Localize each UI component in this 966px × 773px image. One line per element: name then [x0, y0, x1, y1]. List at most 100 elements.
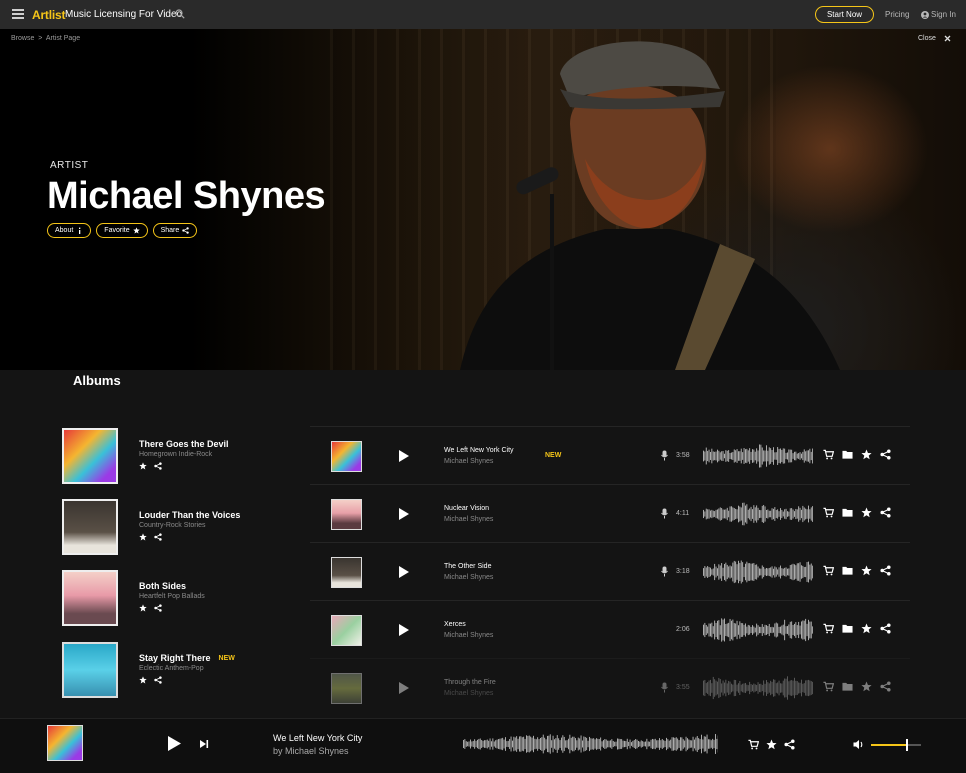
folder-icon[interactable] [842, 681, 853, 692]
pricing-link[interactable]: Pricing [885, 10, 909, 19]
star-icon[interactable] [861, 507, 872, 518]
track-waveform[interactable] [703, 501, 813, 527]
star-icon[interactable] [139, 533, 147, 541]
artlist-logo[interactable]: Artlist [32, 8, 65, 22]
track-waveform[interactable] [703, 675, 813, 701]
album-title[interactable]: There Goes the Devil [139, 439, 229, 449]
folder-icon[interactable] [842, 623, 853, 634]
waveform-bar [780, 448, 781, 464]
track-title[interactable]: We Left New York City [444, 447, 514, 454]
play-icon[interactable] [167, 735, 182, 752]
share-icon[interactable] [880, 623, 891, 634]
star-icon[interactable] [139, 604, 147, 612]
volume-icon[interactable] [853, 739, 865, 750]
breadcrumb: Browse > Artist Page [11, 35, 80, 42]
share-icon[interactable] [880, 681, 891, 692]
track-title[interactable]: The Other Side [444, 563, 491, 570]
play-icon[interactable] [398, 565, 410, 579]
favorite-button[interactable]: Favorite [96, 223, 148, 238]
player-waveform[interactable] [463, 733, 718, 755]
track-title[interactable]: Nuclear Vision [444, 505, 489, 512]
album-item[interactable]: Louder Than the Voices Country-Rock Stor… [62, 499, 240, 555]
star-icon[interactable] [139, 676, 147, 684]
album-cover[interactable] [62, 499, 118, 555]
star-icon[interactable] [766, 739, 777, 750]
waveform-bar [764, 450, 766, 462]
breadcrumb-browse[interactable]: Browse [11, 35, 34, 42]
volume-slider[interactable] [871, 739, 921, 751]
track-waveform[interactable] [703, 559, 813, 585]
play-icon[interactable] [398, 507, 410, 521]
play-icon[interactable] [398, 449, 410, 463]
track-artist[interactable]: Michael Shynes [444, 458, 493, 465]
track-cover[interactable] [331, 557, 362, 588]
share-icon[interactable] [154, 676, 162, 684]
cart-icon[interactable] [823, 623, 834, 634]
menu-icon[interactable] [12, 9, 24, 19]
share-button[interactable]: Share [152, 223, 198, 238]
album-title[interactable]: Louder Than the Voices [139, 510, 240, 520]
track-title[interactable]: Through the Fire [444, 679, 496, 686]
track-cover[interactable] [331, 441, 362, 472]
waveform-bar [766, 680, 767, 696]
waveform-bar [561, 737, 562, 751]
track-title[interactable]: Xerces [444, 621, 466, 628]
about-button[interactable]: About [47, 223, 92, 238]
album-cover[interactable] [62, 428, 118, 484]
share-icon[interactable] [880, 449, 891, 460]
share-icon[interactable] [154, 604, 162, 612]
search-icon[interactable] [175, 9, 185, 19]
star-icon[interactable] [139, 462, 147, 470]
track-waveform[interactable] [703, 617, 813, 643]
player-cover[interactable] [47, 725, 83, 761]
track-cover[interactable] [331, 615, 362, 646]
volume-handle[interactable] [906, 739, 908, 751]
cart-icon[interactable] [748, 739, 759, 750]
album-item[interactable]: Both Sides Heartfelt Pop Ballads [62, 570, 205, 626]
album-genre: Country-Rock Stories [139, 522, 206, 529]
cart-icon[interactable] [823, 449, 834, 460]
share-icon[interactable] [880, 507, 891, 518]
skip-next-icon[interactable] [199, 739, 209, 749]
waveform-bar [714, 620, 716, 640]
star-icon[interactable] [861, 565, 872, 576]
cart-icon[interactable] [823, 507, 834, 518]
track-waveform[interactable] [703, 443, 813, 469]
close-button[interactable]: Close [918, 35, 951, 42]
sign-in-link[interactable]: Sign In [921, 10, 956, 19]
album-title[interactable]: Both Sides [139, 581, 186, 591]
start-now-button[interactable]: Start Now [815, 6, 874, 23]
play-icon[interactable] [398, 681, 410, 695]
folder-icon[interactable] [842, 449, 853, 460]
track-row[interactable]: We Left New York City Michael Shynes NEW 3:… [310, 426, 910, 484]
star-icon[interactable] [861, 681, 872, 692]
track-row[interactable]: Nuclear Vision Michael Shynes 4:11 [310, 484, 910, 542]
album-item[interactable]: There Goes the Devil Homegrown Indie-Roc… [62, 428, 229, 484]
share-icon[interactable] [154, 533, 162, 541]
track-row[interactable]: Through the Fire Michael Shynes 3:55 [310, 658, 910, 716]
cart-icon[interactable] [823, 681, 834, 692]
star-icon[interactable] [861, 449, 872, 460]
cart-icon[interactable] [823, 565, 834, 576]
track-cover[interactable] [331, 499, 362, 530]
track-artist[interactable]: Michael Shynes [444, 690, 493, 697]
track-artist[interactable]: Michael Shynes [444, 632, 493, 639]
folder-icon[interactable] [842, 565, 853, 576]
play-icon[interactable] [398, 623, 410, 637]
folder-icon[interactable] [842, 507, 853, 518]
star-icon[interactable] [861, 623, 872, 634]
track-cover[interactable] [331, 673, 362, 704]
share-icon[interactable] [880, 565, 891, 576]
track-artist[interactable]: Michael Shynes [444, 516, 493, 523]
track-artist[interactable]: Michael Shynes [444, 574, 493, 581]
track-row[interactable]: Xerces Michael Shynes 2:06 [310, 600, 910, 658]
album-cover[interactable] [62, 642, 118, 698]
waveform-bar [682, 739, 684, 749]
track-row[interactable]: The Other Side Michael Shynes 3:18 [310, 542, 910, 600]
waveform-bar [787, 626, 788, 634]
album-item[interactable]: Stay Right There NEW Eclectic Anthem-Pop [62, 642, 235, 698]
album-cover[interactable] [62, 570, 118, 626]
album-title[interactable]: Stay Right There [139, 653, 211, 663]
share-icon[interactable] [784, 739, 795, 750]
share-icon[interactable] [154, 462, 162, 470]
